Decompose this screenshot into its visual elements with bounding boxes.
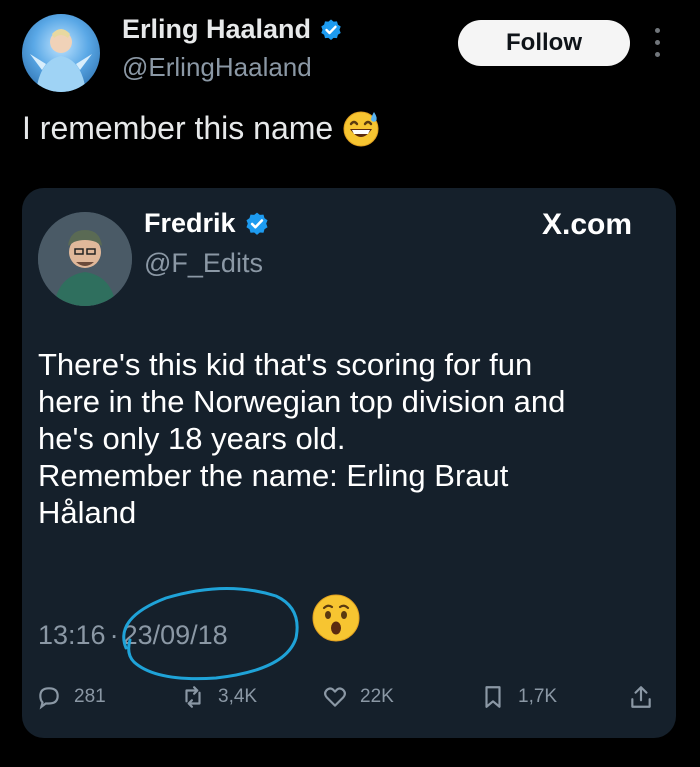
share-button[interactable] <box>628 684 666 710</box>
bookmark-count: 1,7K <box>518 686 558 707</box>
tweet-time: 13:16 <box>38 620 106 650</box>
quoted-line: There's this kid that's scoring for fun <box>38 347 533 382</box>
quoted-author-avatar[interactable] <box>38 212 132 306</box>
quoted-tweet-body: There's this kid that's scoring for fun … <box>38 346 658 531</box>
author-display-name[interactable]: Erling Haaland <box>122 14 311 45</box>
quoted-name-row: Fredrik <box>144 208 270 239</box>
quoted-line: he's only 18 years old. <box>38 421 346 456</box>
quoted-line: here in the Norwegian top division and <box>38 384 566 419</box>
grinning-sweat-emoji <box>343 111 379 147</box>
reply-button[interactable]: 281 <box>36 684 106 710</box>
quoted-tweet-card[interactable]: Fredrik @F_Edits X.com There's this kid … <box>22 188 676 738</box>
bookmark-icon <box>485 686 501 708</box>
more-options-icon[interactable] <box>650 26 666 60</box>
like-button[interactable]: 22K <box>322 684 394 710</box>
tweet-text: I remember this name <box>22 108 381 148</box>
repost-button[interactable]: 3,4K <box>180 684 257 710</box>
follow-button[interactable]: Follow <box>458 20 630 66</box>
verified-badge-icon <box>246 212 268 235</box>
quoted-line: Håland <box>38 495 137 530</box>
hushed-face-emoji <box>312 594 360 642</box>
author-handle[interactable]: @ErlingHaaland <box>122 52 312 83</box>
reply-count: 281 <box>74 686 106 707</box>
like-icon <box>324 687 346 707</box>
quoted-action-bar: 281 3,4K 22K 1,7K <box>22 682 676 718</box>
post-header: Erling Haaland @ErlingHaaland Follow <box>0 0 700 100</box>
quoted-handle[interactable]: @F_Edits <box>144 248 263 279</box>
share-icon <box>631 686 651 708</box>
repost-count: 3,4K <box>218 686 258 707</box>
hand-drawn-circle-annotation <box>122 586 299 681</box>
quoted-line: Remember the name: Erling Braut <box>38 458 509 493</box>
tweet-text-content: I remember this name <box>22 109 334 146</box>
source-label: X.com <box>542 208 633 241</box>
repost-icon <box>185 686 201 708</box>
quoted-display-name[interactable]: Fredrik <box>144 208 236 239</box>
bookmark-button[interactable]: 1,7K <box>480 684 557 710</box>
author-avatar[interactable] <box>22 14 100 92</box>
verified-badge-icon <box>321 19 341 40</box>
reply-icon <box>39 687 59 710</box>
like-count: 22K <box>360 686 394 707</box>
author-name-row: Erling Haaland <box>122 14 343 45</box>
